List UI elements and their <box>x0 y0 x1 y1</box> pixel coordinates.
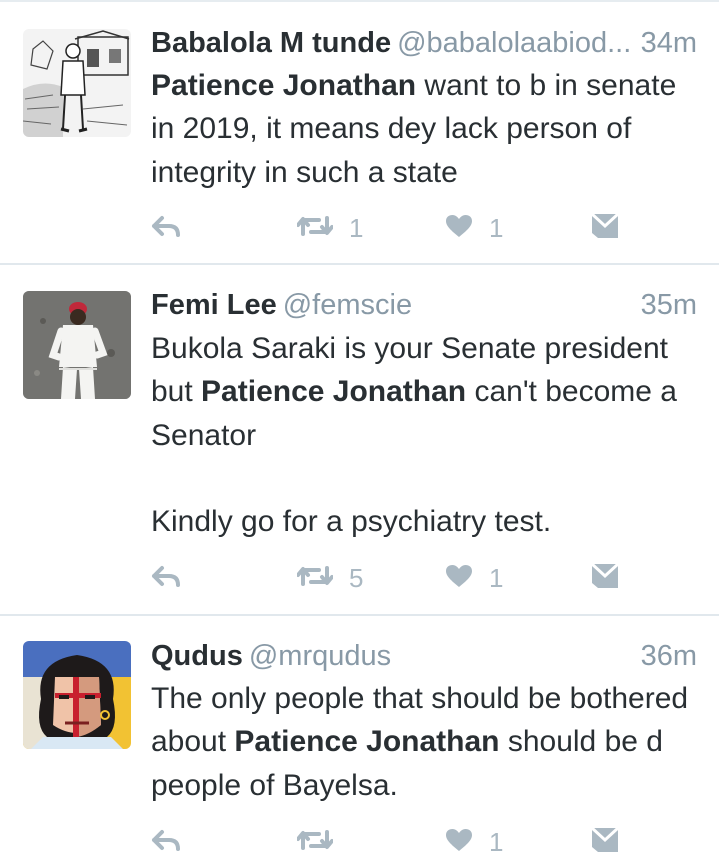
avatar[interactable] <box>23 641 131 749</box>
tweet-header: Femi Lee @femscie 35m <box>151 285 697 325</box>
highlighted-term: Patience Jonathan <box>234 725 500 759</box>
tweet-actions: 5 1 <box>151 558 631 598</box>
timestamp[interactable]: 34m <box>634 23 697 63</box>
like-count: 1 <box>489 562 504 593</box>
heart-icon <box>445 828 473 857</box>
heart-icon <box>445 214 473 243</box>
tweet-3[interactable]: Qudus @mrqudus 36m The only people that s… <box>0 616 719 859</box>
direct-message-icon <box>590 562 620 594</box>
tweet-text: Bukola Saraki is your Senate president b… <box>151 327 706 543</box>
direct-message-button[interactable] <box>590 822 620 862</box>
retweet-count: 5 <box>349 562 364 593</box>
user-handle[interactable]: @babalolaabiod... <box>397 27 631 59</box>
retweet-button[interactable]: 1 <box>296 208 364 248</box>
tweet-text: Patience Jonathan want to b in senate in… <box>151 64 706 194</box>
like-count: 1 <box>489 826 504 857</box>
direct-message-icon <box>590 212 620 244</box>
tweet-1[interactable]: Babalola M tunde @babalolaabiod... 34m Pa… <box>0 0 719 264</box>
avatar[interactable] <box>23 29 131 137</box>
like-count: 1 <box>489 212 504 243</box>
direct-message-button[interactable] <box>590 208 620 248</box>
reply-button[interactable] <box>151 208 181 248</box>
retweet-icon <box>296 828 334 857</box>
tweet-actions: 1 <box>151 822 631 862</box>
tweet-2[interactable]: Femi Lee @femscie 35m Bukola Saraki is yo… <box>0 265 719 615</box>
avatar[interactable] <box>23 291 131 399</box>
highlighted-term: Patience Jonathan <box>151 69 417 102</box>
timestamp[interactable]: 35m <box>634 285 697 325</box>
retweet-icon <box>296 564 334 593</box>
retweet-icon <box>296 214 334 243</box>
timestamp[interactable]: 36m <box>634 636 697 676</box>
user-handle[interactable]: @mrqudus <box>249 640 391 672</box>
retweet-button[interactable]: 5 <box>296 558 364 598</box>
tweet-text: The only people that should be bothered … <box>151 677 706 807</box>
reply-icon <box>151 829 181 856</box>
reply-button[interactable] <box>151 558 181 598</box>
reply-icon <box>151 565 181 592</box>
retweet-button[interactable] <box>296 822 349 862</box>
like-button[interactable]: 1 <box>445 208 503 248</box>
tweet-header: Qudus @mrqudus 36m <box>151 636 697 676</box>
reply-icon <box>151 215 181 242</box>
user-handle[interactable]: @femscie <box>283 289 412 321</box>
user-name[interactable]: Qudus <box>151 640 243 672</box>
retweet-count: 1 <box>349 212 364 243</box>
direct-message-icon <box>590 826 620 858</box>
tweet-header: Babalola M tunde @babalolaabiod... 34m <box>151 23 697 63</box>
like-button[interactable]: 1 <box>445 822 503 862</box>
user-name[interactable]: Femi Lee <box>151 289 277 321</box>
tweet-actions: 1 1 <box>151 208 631 248</box>
heart-icon <box>445 564 473 593</box>
highlighted-term: Patience Jonathan <box>201 375 467 409</box>
reply-button[interactable] <box>151 822 181 862</box>
like-button[interactable]: 1 <box>445 558 503 598</box>
user-name[interactable]: Babalola M tunde <box>151 27 391 59</box>
direct-message-button[interactable] <box>590 558 620 598</box>
